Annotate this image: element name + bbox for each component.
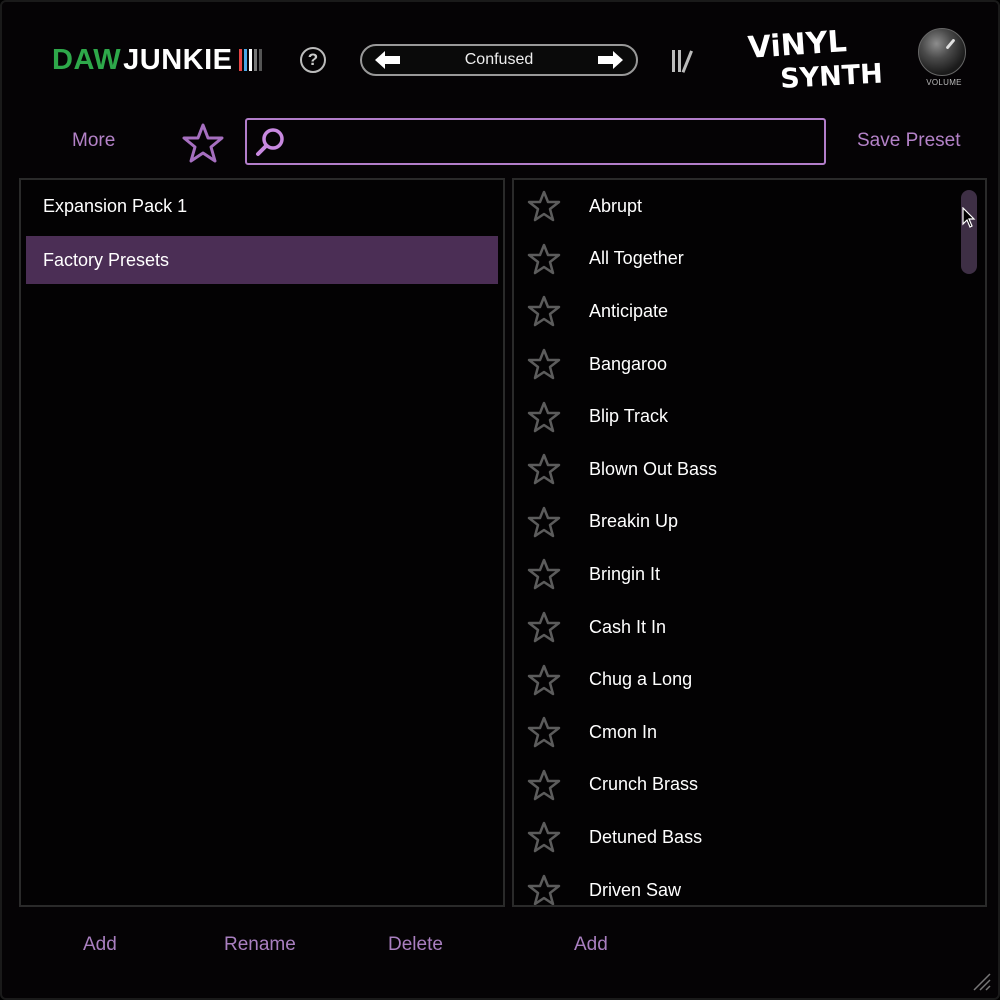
plugin-window: DAW JUNKIE ? Confused ViNYL SYNTH VOLUME… [0, 0, 1000, 1000]
resize-grip-icon[interactable] [968, 968, 992, 992]
favorite-star-icon[interactable] [527, 610, 561, 644]
favorite-star-icon[interactable] [527, 400, 561, 434]
preset-item[interactable]: Abrupt [514, 180, 985, 233]
favorite-star-icon[interactable] [527, 347, 561, 381]
save-preset-button[interactable]: Save Preset [857, 130, 961, 152]
favorite-star-icon[interactable] [527, 873, 561, 907]
preset-name: Blown Out Bass [589, 458, 718, 479]
preset-item[interactable]: Bangaroo [514, 338, 985, 391]
preset-item[interactable]: Bringin It [514, 548, 985, 601]
brand-bar [238, 49, 242, 71]
preset-name: Driven Saw [589, 879, 682, 900]
preset-name: Breakin Up [589, 511, 679, 532]
preset-name: Cmon In [589, 721, 658, 742]
brand-bar [253, 49, 257, 71]
preset-navigator: Confused [360, 44, 638, 76]
volume-knob[interactable] [918, 28, 966, 76]
favorite-star-icon[interactable] [527, 715, 561, 749]
brand-daw: DAW [52, 43, 122, 76]
search-input[interactable] [287, 120, 824, 163]
help-button[interactable]: ? [300, 47, 326, 73]
search-icon [256, 127, 284, 156]
brand-bar [248, 49, 252, 71]
folder-label: Expansion Pack 1 [43, 196, 188, 216]
preset-item[interactable]: Blown Out Bass [514, 443, 985, 496]
preset-name: Bringin It [589, 563, 661, 584]
library-icon[interactable] [670, 48, 696, 74]
preset-name: All Together [589, 248, 684, 269]
favorite-star-icon[interactable] [527, 768, 561, 802]
volume-control[interactable]: VOLUME [918, 28, 970, 92]
preset-list[interactable]: Abrupt All Together Anticipate Bangaroo Blip… [512, 178, 987, 907]
favorite-star-icon[interactable] [527, 557, 561, 591]
daw-junkie-logo: DAW JUNKIE [52, 42, 262, 78]
favorites-filter-star-icon[interactable] [182, 122, 224, 164]
preset-item[interactable]: Detuned Bass [514, 811, 985, 864]
preset-name: Blip Track [589, 406, 669, 427]
vinyl-synth-logo: ViNYL SYNTH [747, 28, 882, 90]
preset-name: Anticipate [589, 300, 669, 321]
favorite-star-icon[interactable] [527, 294, 561, 328]
preset-item[interactable]: Anticipate [514, 285, 985, 338]
add-preset-button[interactable]: Add [574, 934, 608, 956]
arrow-right-icon [598, 51, 623, 69]
add-folder-button[interactable]: Add [83, 934, 117, 956]
favorite-star-icon[interactable] [527, 820, 561, 854]
preset-item[interactable]: Cmon In [514, 706, 985, 759]
current-preset-name[interactable]: Confused [465, 51, 534, 69]
favorite-star-icon[interactable] [527, 242, 561, 276]
preset-name: Detuned Bass [589, 826, 703, 847]
favorite-star-icon[interactable] [527, 452, 561, 486]
preset-item[interactable]: Crunch Brass [514, 759, 985, 812]
favorite-star-icon[interactable] [527, 663, 561, 697]
brand-bar [258, 49, 262, 71]
folder-list[interactable]: Expansion Pack 1 Factory Presets [19, 178, 505, 907]
more-button[interactable]: More [72, 130, 115, 152]
folder-item-factory-presets[interactable]: Factory Presets [26, 236, 498, 284]
preset-item[interactable]: All Together [514, 233, 985, 286]
preset-item[interactable]: Breakin Up [514, 496, 985, 549]
brand-bars-icon [238, 49, 262, 71]
preset-name: Cash It In [589, 616, 667, 637]
preset-name: Chug a Long [589, 669, 693, 690]
preset-item[interactable]: Chug a Long [514, 653, 985, 706]
previous-preset-button[interactable] [374, 49, 402, 71]
brand-bar [243, 49, 247, 71]
favorite-star-icon[interactable] [527, 505, 561, 539]
brand-junkie: JUNKIE [123, 43, 233, 76]
preset-name: Crunch Brass [589, 774, 699, 795]
next-preset-button[interactable] [596, 49, 624, 71]
folder-item-expansion-pack-1[interactable]: Expansion Pack 1 [21, 180, 503, 233]
delete-folder-button[interactable]: Delete [388, 934, 443, 956]
favorite-star-icon[interactable] [527, 189, 561, 223]
preset-item[interactable]: Driven Saw [514, 864, 985, 907]
folder-label: Factory Presets [43, 249, 170, 270]
preset-item[interactable]: Blip Track [514, 390, 985, 443]
rename-folder-button[interactable]: Rename [224, 934, 296, 956]
preset-name: Bangaroo [589, 353, 668, 374]
volume-label: VOLUME [926, 78, 962, 87]
arrow-left-icon [375, 51, 400, 69]
help-icon: ? [307, 50, 319, 69]
preset-list-scrollbar[interactable] [961, 190, 977, 274]
preset-name: Abrupt [589, 195, 643, 216]
search-box[interactable] [245, 118, 826, 165]
mouse-cursor-icon [962, 207, 976, 228]
svg-text:SYNTH: SYNTH [779, 59, 882, 90]
preset-rows: Abrupt All Together Anticipate Bangaroo Blip… [514, 180, 985, 907]
preset-item[interactable]: Cash It In [514, 601, 985, 654]
